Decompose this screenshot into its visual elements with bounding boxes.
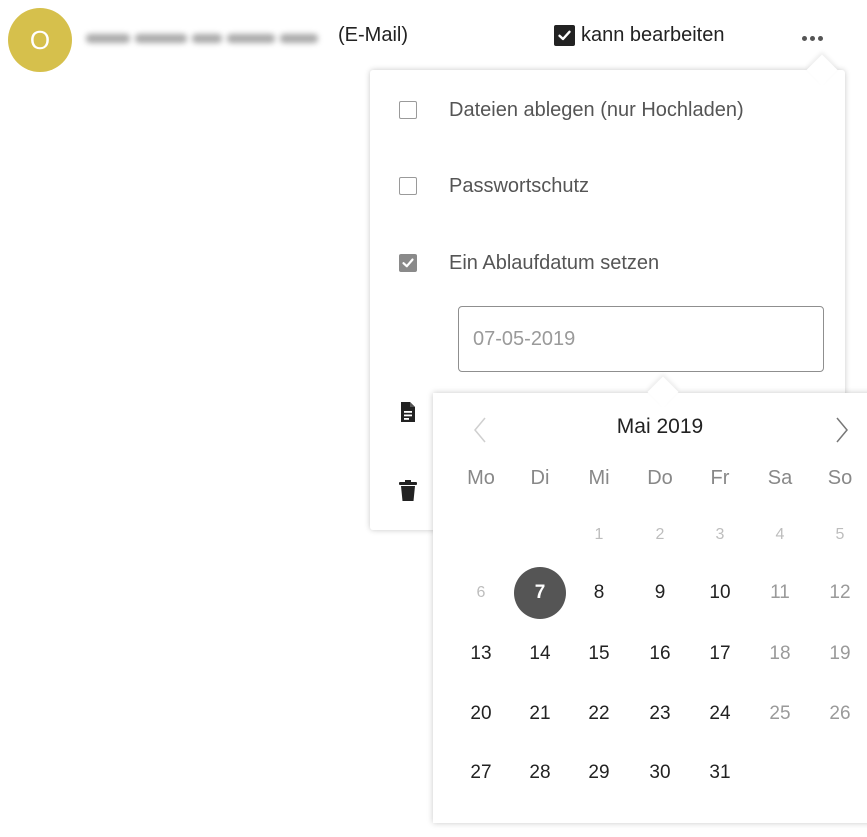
calendar-day[interactable]: 8 <box>573 567 625 619</box>
expiry-date-input[interactable] <box>458 306 824 372</box>
menu-item-label: Ein Ablaufdatum setzen <box>449 251 660 274</box>
calendar-day[interactable]: 12 <box>814 567 866 619</box>
can-edit-checkbox[interactable]: kann bearbeiten <box>554 24 724 47</box>
calendar-day[interactable]: 19 <box>814 628 866 680</box>
chevron-left-icon[interactable] <box>465 413 495 447</box>
calendar-day[interactable]: 4 <box>754 509 806 561</box>
can-edit-label: kann bearbeiten <box>581 24 725 46</box>
calendar-day[interactable]: 17 <box>694 628 746 680</box>
weekday-header: Mo <box>467 466 495 489</box>
share-type-label: (E-Mail) <box>338 24 408 46</box>
recipient-email-redacted <box>86 28 330 48</box>
calendar-day[interactable]: 16 <box>634 628 686 680</box>
weekday-header: Fr <box>710 466 730 489</box>
avatar: O <box>8 8 72 72</box>
calendar-day[interactable]: 3 <box>694 509 746 561</box>
avatar-initial: O <box>29 24 51 55</box>
calendar-day[interactable]: 21 <box>514 688 566 740</box>
calendar-day[interactable]: 5 <box>814 509 866 561</box>
calendar-day[interactable]: 20 <box>455 688 507 740</box>
calendar-day[interactable]: 11 <box>754 567 806 619</box>
weekday-header: Sa <box>767 466 793 489</box>
password-protect-checkbox[interactable] <box>399 177 417 195</box>
menu-item-label: Dateien ablegen (nur Hochladen) <box>449 98 744 121</box>
chevron-right-icon[interactable] <box>827 413 857 447</box>
calendar-day[interactable]: 2 <box>634 509 686 561</box>
trash-icon[interactable] <box>398 480 418 502</box>
calendar-day[interactable]: 31 <box>694 747 746 799</box>
menu-item-label: Passwortschutz <box>449 174 590 197</box>
ellipsis-icon <box>801 35 807 41</box>
note-icon[interactable] <box>398 401 418 423</box>
calendar-day[interactable]: 6 <box>455 567 507 619</box>
datepicker: Mai 2019 Mo Di Mi Do Fr Sa So 1 2 3 4 5 6 7 8 9 10 11 12 13… <box>433 393 867 823</box>
calendar-day[interactable]: 13 <box>455 628 507 680</box>
calendar-day[interactable]: 28 <box>514 747 566 799</box>
menu-item-file-drop[interactable]: Dateien ablegen (nur Hochladen) <box>370 90 845 130</box>
menu-item-expiry-date[interactable]: Ein Ablaufdatum setzen <box>370 243 845 283</box>
calendar-day[interactable]: 30 <box>634 747 686 799</box>
calendar-day[interactable]: 10 <box>694 567 746 619</box>
more-options-button[interactable] <box>794 26 830 50</box>
calendar-day[interactable]: 15 <box>573 628 625 680</box>
datepicker-month-label: Mai 2019 <box>616 415 704 438</box>
checkbox-checked-icon[interactable] <box>554 25 575 46</box>
calendar-day[interactable]: 27 <box>455 747 507 799</box>
calendar-day[interactable]: 18 <box>754 628 806 680</box>
weekday-header: So <box>827 466 853 489</box>
menu-item-password-protect[interactable]: Passwortschutz <box>370 166 845 206</box>
calendar-day[interactable]: 24 <box>694 688 746 740</box>
calendar-day-selected[interactable]: 7 <box>514 567 566 619</box>
weekday-header: Di <box>530 466 550 489</box>
calendar-day[interactable]: 1 <box>573 509 625 561</box>
expiry-date-checkbox[interactable] <box>399 254 417 272</box>
file-drop-checkbox[interactable] <box>399 101 417 119</box>
calendar-day[interactable]: 25 <box>754 688 806 740</box>
calendar-day[interactable]: 23 <box>634 688 686 740</box>
weekday-header: Do <box>647 466 673 489</box>
calendar-day[interactable]: 26 <box>814 688 866 740</box>
calendar-day[interactable]: 9 <box>634 567 686 619</box>
calendar-day[interactable]: 29 <box>573 747 625 799</box>
calendar-day[interactable]: 14 <box>514 628 566 680</box>
weekday-header: Mi <box>588 466 610 489</box>
calendar-day[interactable]: 22 <box>573 688 625 740</box>
